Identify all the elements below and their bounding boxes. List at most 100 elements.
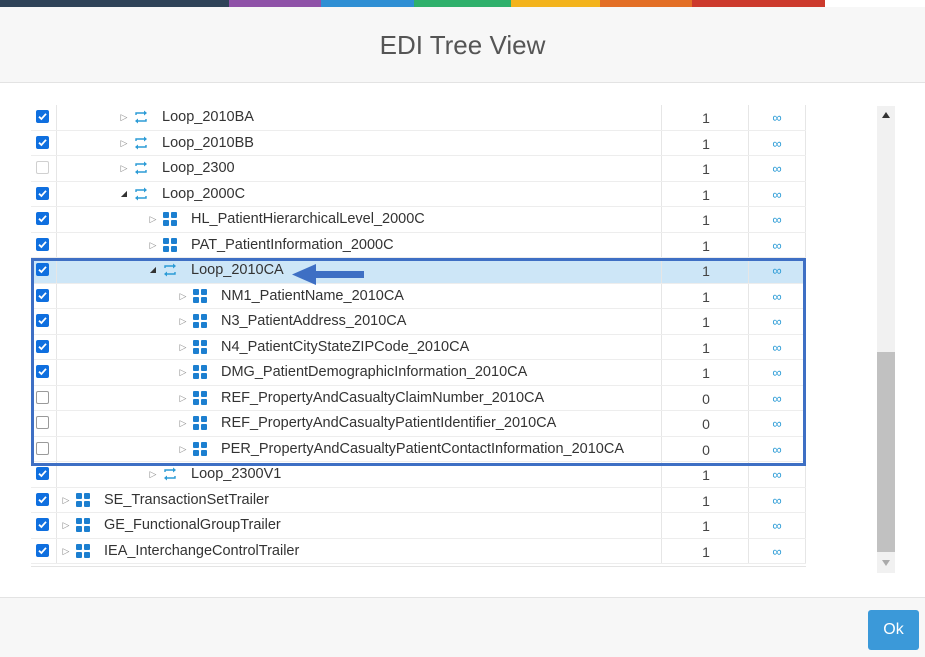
column-divider [661,309,662,334]
tree-node-label[interactable]: Loop_2000C [162,186,245,202]
tree-node-label[interactable]: Loop_2300 [162,160,235,176]
row-checkbox[interactable] [36,212,49,225]
row-checkbox[interactable] [36,314,49,327]
row-checkbox[interactable] [36,161,49,174]
expand-triangle-icon[interactable]: ▷ [148,213,158,225]
tree-node-label[interactable]: Loop_2300V1 [191,466,281,482]
tree-row[interactable]: ▷ N4_PatientCityStateZIPCode_2010CA 1 ∞ [31,334,806,360]
expand-triangle-icon[interactable]: ▷ [61,519,71,531]
column-divider [56,207,57,232]
infinity-link-icon[interactable]: ∞ [767,493,787,508]
tree-node-label[interactable]: HL_PatientHierarchicalLevel_2000C [191,211,425,227]
tree-node-label[interactable]: IEA_InterchangeControlTrailer [104,543,299,559]
infinity-link-icon[interactable]: ∞ [767,136,787,151]
row-checkbox[interactable] [36,543,49,557]
expand-triangle-icon[interactable]: ▷ [178,417,188,429]
tree-node-label[interactable]: REF_PropertyAndCasualtyPatientIdentifier… [221,415,556,431]
expand-triangle-icon[interactable]: ▷ [178,443,188,455]
expand-triangle-icon[interactable]: ▷ [178,315,188,327]
scroll-down-arrow-icon[interactable] [881,559,891,567]
infinity-link-icon[interactable]: ∞ [767,442,787,457]
tree-row[interactable]: ▷ Loop_2300V1 1 ∞ [31,462,806,488]
infinity-link-icon[interactable]: ∞ [767,391,787,406]
expand-triangle-icon[interactable]: ▷ [178,392,188,404]
tree-node-label[interactable]: PAT_PatientInformation_2000C [191,237,394,253]
expand-triangle-icon[interactable]: ▷ [148,239,158,251]
infinity-link-icon[interactable]: ∞ [767,161,787,176]
row-checkbox[interactable] [36,365,49,378]
row-checkbox[interactable] [36,288,49,302]
infinity-link-icon[interactable]: ∞ [767,467,787,482]
tree-node-label[interactable]: GE_FunctionalGroupTrailer [104,517,281,533]
collapse-triangle-icon[interactable]: ◢ [119,188,129,200]
row-checkbox[interactable] [36,186,49,200]
expand-triangle-icon[interactable]: ▷ [119,111,129,123]
tree-row[interactable]: ▷ NM1_PatientName_2010CA 1 ∞ [31,283,806,309]
loop-repeat-icon [133,186,149,202]
tree-row[interactable]: ▷ N3_PatientAddress_2010CA 1 ∞ [31,309,806,335]
infinity-link-icon[interactable]: ∞ [767,518,787,533]
segment-grid-icon [75,517,91,533]
row-checkbox[interactable] [36,390,49,404]
tree-node-label[interactable]: NM1_PatientName_2010CA [221,288,404,304]
infinity-link-icon[interactable]: ∞ [767,238,787,253]
row-checkbox[interactable] [36,110,49,123]
row-checkbox[interactable] [36,492,49,506]
infinity-link-icon[interactable]: ∞ [767,263,787,278]
ok-button[interactable]: Ok [868,610,919,650]
row-checkbox[interactable] [36,263,49,276]
row-checkbox[interactable] [36,339,49,353]
row-checkbox[interactable] [36,135,49,149]
infinity-link-icon[interactable]: ∞ [767,187,787,202]
expand-triangle-icon[interactable]: ▷ [178,366,188,378]
tree-node-label[interactable]: Loop_2010CA [191,262,284,278]
infinity-link-icon[interactable]: ∞ [767,110,787,125]
loop-repeat-icon [162,262,178,278]
expand-triangle-icon[interactable]: ▷ [119,162,129,174]
tree-node-label[interactable]: DMG_PatientDemographicInformation_2010CA [221,364,527,380]
tree-row[interactable]: ▷ IEA_InterchangeControlTrailer 1 ∞ [31,538,806,564]
tree-row[interactable]: ▷ SE_TransactionSetTrailer 1 ∞ [31,487,806,513]
expand-triangle-icon[interactable]: ▷ [148,468,158,480]
scrollbar-thumb[interactable] [877,352,895,552]
row-checkbox[interactable] [36,237,49,251]
tree-row[interactable]: ▷ GE_FunctionalGroupTrailer 1 ∞ [31,513,806,539]
infinity-link-icon[interactable]: ∞ [767,314,787,329]
tree-row[interactable]: ▷ DMG_PatientDemographicInformation_2010C… [31,360,806,386]
tree-row[interactable]: ▷ HL_PatientHierarchicalLevel_2000C 1 ∞ [31,207,806,233]
tree-node-label[interactable]: Loop_2010BA [162,109,254,125]
infinity-link-icon[interactable]: ∞ [767,289,787,304]
tree-row[interactable]: ◢ Loop_2010CA 1 ∞ [31,258,806,284]
expand-triangle-icon[interactable]: ▷ [178,341,188,353]
tree-row[interactable]: ▷ Loop_2010BB 1 ∞ [31,130,806,156]
expand-triangle-icon[interactable]: ▷ [61,545,71,557]
tree-row[interactable]: ▷ Loop_2300 1 ∞ [31,156,806,182]
tree-node-label[interactable]: PER_PropertyAndCasualtyPatientContactInf… [221,441,624,457]
infinity-link-icon[interactable]: ∞ [767,212,787,227]
tree-row[interactable]: ▷ REF_PropertyAndCasualtyClaimNumber_2010… [31,385,806,411]
expand-triangle-icon[interactable]: ▷ [119,137,129,149]
row-checkbox[interactable] [36,518,49,531]
expand-triangle-icon[interactable]: ▷ [61,494,71,506]
tree-node-label[interactable]: REF_PropertyAndCasualtyClaimNumber_2010C… [221,390,544,406]
tree-row[interactable]: ▷ Loop_2010BA 1 ∞ [31,105,806,131]
expand-triangle-icon[interactable]: ▷ [178,290,188,302]
tree-row[interactable]: ▷ REF_PropertyAndCasualtyPatientIdentifie… [31,411,806,437]
tree-node-label[interactable]: Loop_2010BB [162,135,254,151]
scroll-up-arrow-icon[interactable] [881,111,891,119]
tree-node-label[interactable]: N3_PatientAddress_2010CA [221,313,406,329]
infinity-link-icon[interactable]: ∞ [767,416,787,431]
row-checkbox[interactable] [36,467,49,480]
tree-row[interactable]: ▷ PAT_PatientInformation_2000C 1 ∞ [31,232,806,258]
tree-node-label[interactable]: SE_TransactionSetTrailer [104,492,269,508]
occurrence-count: 1 [702,518,710,534]
infinity-link-icon[interactable]: ∞ [767,340,787,355]
tree-node-label[interactable]: N4_PatientCityStateZIPCode_2010CA [221,339,469,355]
row-checkbox[interactable] [36,441,49,455]
infinity-link-icon[interactable]: ∞ [767,365,787,380]
tree-row[interactable]: ▷ PER_PropertyAndCasualtyPatientContactIn… [31,436,806,462]
infinity-link-icon[interactable]: ∞ [767,544,787,559]
row-checkbox[interactable] [36,416,49,429]
tree-row[interactable]: ◢ Loop_2000C 1 ∞ [31,181,806,207]
collapse-triangle-icon[interactable]: ◢ [148,264,158,276]
